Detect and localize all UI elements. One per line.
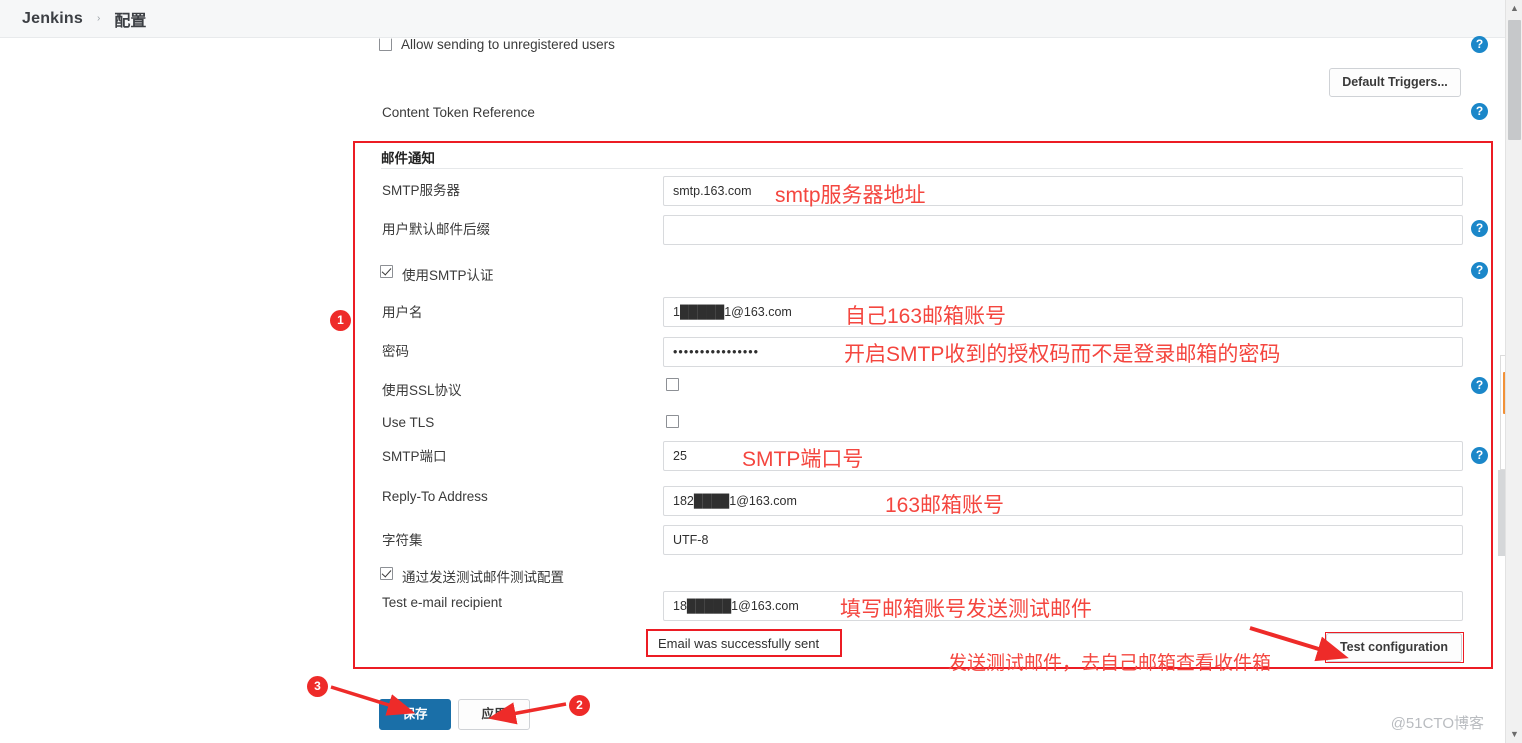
default-user-email-suffix-input[interactable] bbox=[663, 215, 1463, 245]
annotation-password: 开启SMTP收到的授权码而不是登录邮箱的密码 bbox=[844, 343, 1281, 366]
breadcrumb-bar: Jenkins › 配置 bbox=[0, 0, 1522, 38]
smtp-username-value: 1█████1@163.com bbox=[673, 305, 792, 319]
app-root: Jenkins › 配置 Allow sending to unregister… bbox=[0, 0, 1522, 743]
mail-section-divider bbox=[381, 168, 1463, 169]
email-sent-status-message: Email was successfully sent bbox=[646, 629, 842, 657]
watermark-text: @51CTO博客 bbox=[1390, 715, 1484, 732]
mail-section-title: 邮件通知 bbox=[381, 151, 435, 166]
step-badge-1: 1 bbox=[330, 310, 351, 331]
reply-to-address-label: Reply-To Address bbox=[382, 489, 488, 504]
breadcrumb-home-link[interactable]: Jenkins bbox=[22, 10, 83, 28]
help-icon-content-token-reference[interactable]: ? bbox=[1471, 103, 1488, 120]
use-smtp-auth-checkbox[interactable] bbox=[380, 265, 393, 278]
help-icon-smtp-port[interactable]: ? bbox=[1471, 447, 1488, 464]
default-user-email-suffix-label: 用户默认邮件后缀 bbox=[382, 222, 490, 237]
annotation-smtp-port: SMTP端口号 bbox=[742, 448, 864, 471]
smtp-password-label: 密码 bbox=[382, 344, 409, 359]
scroll-up-arrow-icon[interactable]: ▲ bbox=[1506, 0, 1522, 17]
test-email-recipient-value: 18█████1@163.com bbox=[673, 599, 799, 613]
reply-to-address-value: 182████1@163.com bbox=[673, 494, 797, 508]
save-button[interactable]: 保存 bbox=[379, 699, 451, 730]
test-config-by-email-label: 通过发送测试邮件测试配置 bbox=[402, 570, 564, 585]
scroll-down-arrow-icon[interactable]: ▼ bbox=[1506, 726, 1522, 743]
use-ssl-checkbox[interactable] bbox=[666, 378, 679, 391]
annotation-send-test-email: 发送测试邮件，去自己邮箱查看收件箱 bbox=[948, 653, 1272, 674]
help-icon-use-smtp-auth[interactable]: ? bbox=[1471, 262, 1488, 279]
use-tls-label: Use TLS bbox=[382, 415, 435, 430]
use-tls-checkbox[interactable] bbox=[666, 415, 679, 428]
step-badge-2: 2 bbox=[569, 695, 590, 716]
smtp-port-label: SMTP端口 bbox=[382, 449, 447, 464]
page-scrollbar[interactable]: ▲ ▼ bbox=[1505, 0, 1522, 743]
test-configuration-button[interactable]: Test configuration bbox=[1326, 633, 1462, 662]
help-icon-default-user-email-suffix[interactable]: ? bbox=[1471, 220, 1488, 237]
default-triggers-button[interactable]: Default Triggers... bbox=[1329, 68, 1461, 97]
help-icon-allow-unregistered[interactable]: ? bbox=[1471, 36, 1488, 53]
smtp-username-label: 用户名 bbox=[382, 305, 423, 320]
test-config-by-email-checkbox[interactable] bbox=[380, 567, 393, 580]
reply-to-address-input[interactable]: 182████1@163.com bbox=[663, 486, 1463, 516]
charset-input[interactable]: UTF-8 bbox=[663, 525, 1463, 555]
allow-unregistered-users-checkbox[interactable] bbox=[379, 38, 392, 51]
smtp-username-input[interactable]: 1█████1@163.com bbox=[663, 297, 1463, 327]
annotation-username: 自己163邮箱账号 bbox=[845, 305, 1007, 328]
annotation-smtp-server: smtp服务器地址 bbox=[775, 184, 926, 207]
use-smtp-auth-label: 使用SMTP认证 bbox=[402, 268, 494, 283]
apply-button[interactable]: 应用 bbox=[458, 699, 530, 730]
charset-label: 字符集 bbox=[382, 533, 423, 548]
help-icon-use-ssl[interactable]: ? bbox=[1471, 377, 1488, 394]
step-badge-3: 3 bbox=[307, 676, 328, 697]
page-scrollbar-thumb[interactable] bbox=[1508, 20, 1521, 140]
content-token-reference-label: Content Token Reference bbox=[382, 105, 535, 120]
breadcrumb-separator-icon: › bbox=[97, 13, 101, 24]
annotation-reply-to: 163邮箱账号 bbox=[885, 494, 1005, 517]
annotation-test-recipient: 填写邮箱账号发送测试邮件 bbox=[840, 598, 1092, 621]
smtp-server-label: SMTP服务器 bbox=[382, 183, 461, 198]
test-email-recipient-label: Test e-mail recipient bbox=[382, 595, 503, 610]
use-ssl-label: 使用SSL协议 bbox=[382, 383, 462, 398]
allow-unregistered-users-label: Allow sending to unregistered users bbox=[401, 37, 615, 52]
breadcrumb-current-page[interactable]: 配置 bbox=[114, 7, 146, 31]
